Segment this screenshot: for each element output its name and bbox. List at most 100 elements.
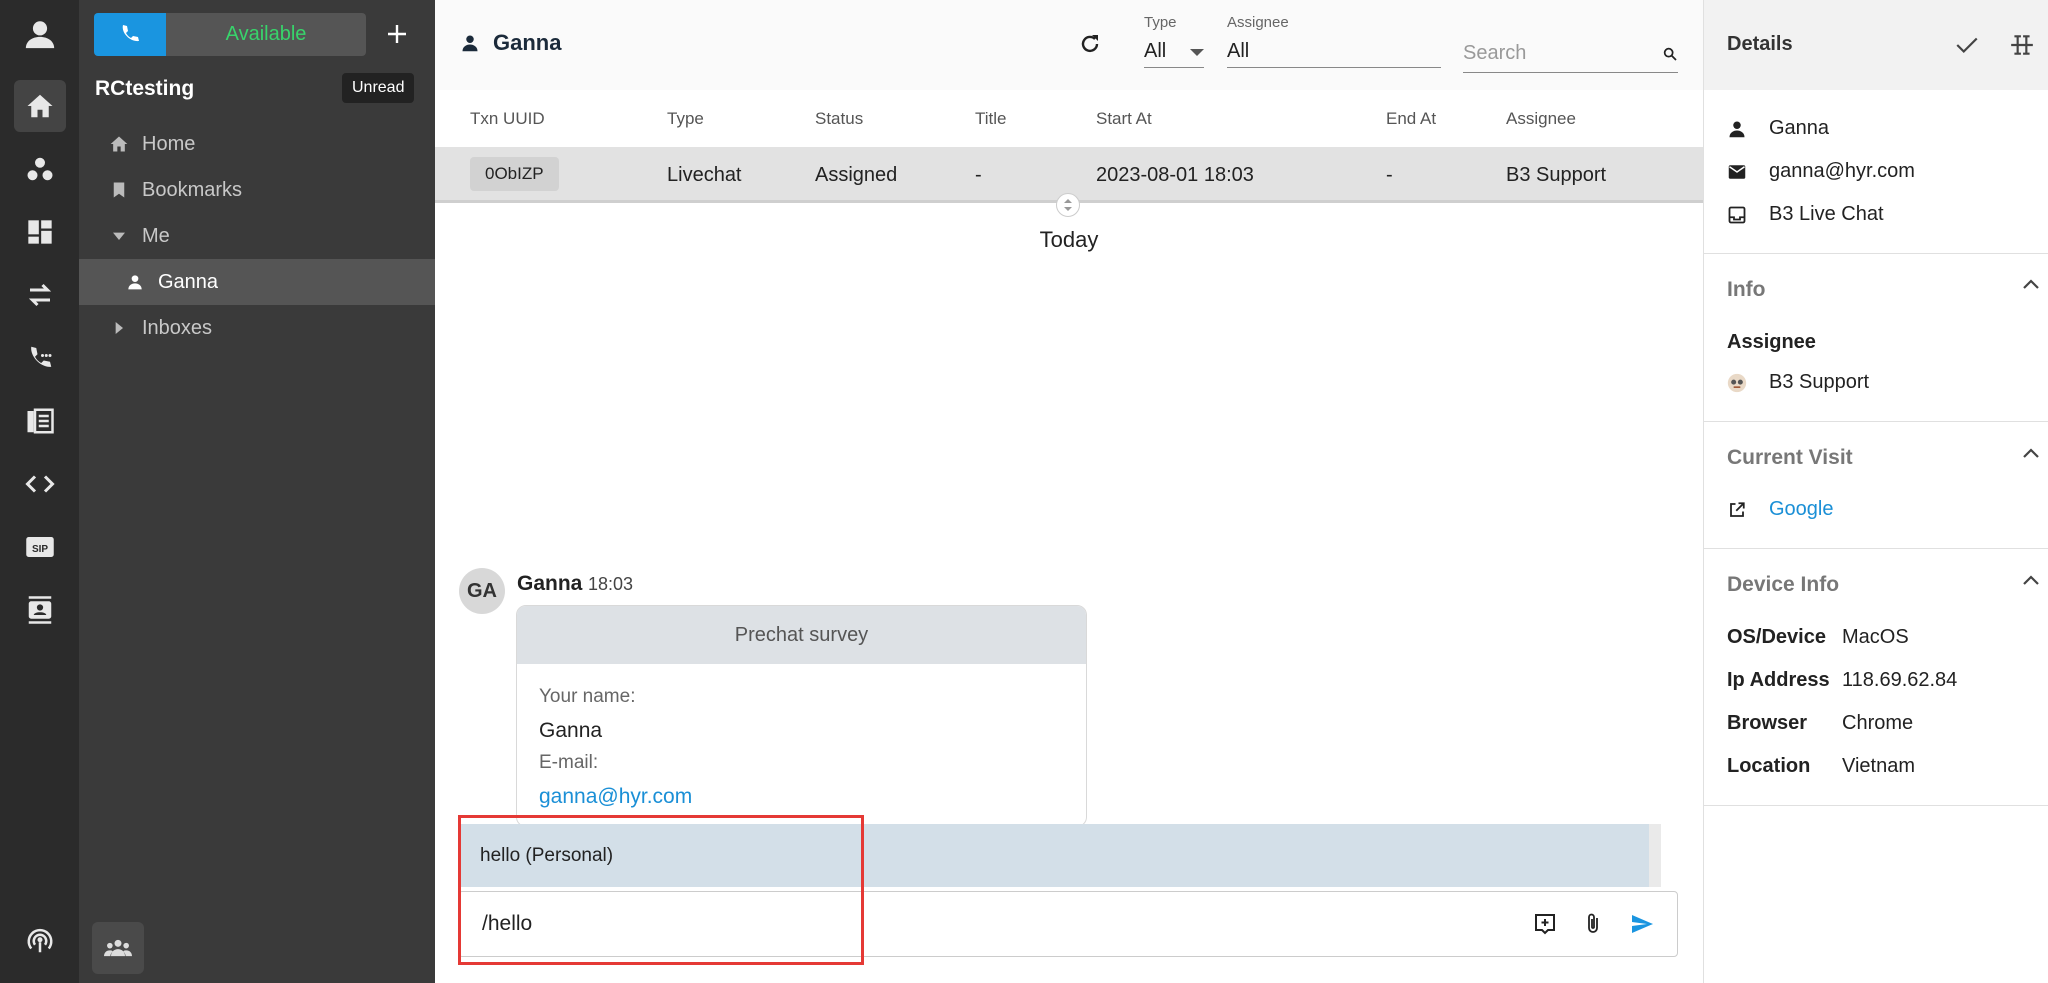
message-sender: Ganna xyxy=(517,572,583,595)
add-icon[interactable] xyxy=(379,16,415,52)
svg-text:SIP: SIP xyxy=(32,544,48,555)
transfer-icon[interactable] xyxy=(14,269,66,321)
navigation-panel: Available RCtesting Unread Home Bookmark… xyxy=(79,0,435,983)
chevron-up-icon[interactable] xyxy=(2022,446,2040,460)
person-icon xyxy=(1727,120,1747,138)
attachment-icon[interactable] xyxy=(1581,912,1605,936)
home-icon[interactable] xyxy=(14,80,66,132)
caret-down-icon xyxy=(108,225,130,247)
detail-inbox-row: B3 Live Chat xyxy=(1727,203,1884,226)
send-icon[interactable] xyxy=(1629,912,1655,936)
collapse-panel-icon[interactable] xyxy=(2009,32,2035,58)
agents-icon[interactable] xyxy=(92,922,144,974)
contacts-icon[interactable] xyxy=(14,584,66,636)
txn-uuid-chip[interactable]: 0ObIZP xyxy=(470,157,559,191)
nav-item-me[interactable]: Me xyxy=(79,214,435,258)
broadcast-icon[interactable] xyxy=(14,915,66,967)
visit-link[interactable]: Google xyxy=(1769,498,1834,521)
info-section-title: Info xyxy=(1727,278,1766,301)
conversation-panel: Ganna Type All Assignee All Search Txn U… xyxy=(435,0,1703,983)
code-icon[interactable] xyxy=(14,458,66,510)
cell-type: Livechat xyxy=(667,164,742,186)
type-filter-select[interactable]: All xyxy=(1144,36,1204,68)
agent-status-control[interactable]: Available xyxy=(94,13,366,56)
name-value: Ganna xyxy=(539,719,603,742)
phone-icon[interactable] xyxy=(94,13,166,56)
composer-actions xyxy=(1533,912,1655,936)
nav-item-bookmarks[interactable]: Bookmarks xyxy=(79,168,435,212)
details-panel: Details Ganna ganna@hyr.com B3 Live Chat… xyxy=(1703,0,2048,983)
date-separator: Today xyxy=(1039,227,1099,252)
person-icon xyxy=(461,34,479,52)
cell-assignee: B3 Support xyxy=(1506,164,1607,186)
resize-handle-icon[interactable] xyxy=(1056,193,1080,217)
detail-name: Ganna xyxy=(1769,117,1830,139)
assignee-filter-label: Assignee xyxy=(1227,14,1289,31)
divider xyxy=(1704,253,2048,254)
device-key: Browser xyxy=(1727,712,1808,734)
column-header: End At xyxy=(1386,109,1437,128)
divider xyxy=(1704,548,2048,549)
conversation-header: Ganna Type All Assignee All Search xyxy=(435,0,1703,90)
device-info-section-title: Device Info xyxy=(1727,573,1840,596)
email-label: E-mail: xyxy=(539,752,599,773)
search-icon[interactable] xyxy=(1662,46,1678,62)
detail-name-row: Ganna xyxy=(1727,117,1829,140)
nav-item-label: Home xyxy=(142,132,196,155)
cell-title: - xyxy=(975,164,982,186)
assignee-avatar-icon xyxy=(1727,372,1747,394)
visit-row[interactable]: Google xyxy=(1727,498,1834,521)
detail-inbox: B3 Live Chat xyxy=(1769,203,1884,225)
details-title: Details xyxy=(1727,33,1793,55)
device-value: Chrome xyxy=(1842,712,1914,734)
message-input[interactable]: /hello xyxy=(458,891,1678,957)
chevron-up-icon[interactable] xyxy=(2022,573,2040,587)
phone-dial-icon[interactable] xyxy=(14,332,66,384)
home-icon xyxy=(108,133,130,155)
message-input-value: /hello xyxy=(482,912,533,935)
assignee-row: B3 Support xyxy=(1727,371,1869,394)
sip-icon[interactable]: SIP xyxy=(14,521,66,573)
nav-item-label: Ganna xyxy=(158,270,219,293)
search-input[interactable]: Search xyxy=(1463,35,1678,73)
caret-right-icon xyxy=(108,317,130,339)
device-value: Vietnam xyxy=(1842,755,1916,777)
dashboard-icon[interactable] xyxy=(14,206,66,258)
cell-status: Assigned xyxy=(815,164,898,186)
nav-item-ganna[interactable]: Ganna xyxy=(79,259,435,305)
availability-status[interactable]: Available xyxy=(166,13,366,56)
detail-email: ganna@hyr.com xyxy=(1769,160,1915,182)
assignee-label: Assignee xyxy=(1727,331,1816,353)
canned-response-suggestion[interactable]: hello (Personal) xyxy=(458,824,1661,887)
message-time: 18:03 xyxy=(588,574,634,594)
device-key: Ip Address xyxy=(1727,669,1830,691)
column-header: Start At xyxy=(1096,109,1152,128)
column-header: Status xyxy=(815,109,864,128)
team-icon[interactable] xyxy=(14,143,66,195)
email-icon xyxy=(1727,164,1747,180)
external-link-icon xyxy=(1727,501,1747,519)
assignee-value: B3 Support xyxy=(1769,371,1870,393)
chevron-up-icon[interactable] xyxy=(2022,277,2040,291)
details-header: Details xyxy=(1704,0,2048,90)
resolve-check-icon[interactable] xyxy=(1954,32,1980,58)
nav-item-label: Bookmarks xyxy=(142,178,243,201)
dropdown-arrow-icon xyxy=(1190,47,1204,57)
organization-name: RCtesting xyxy=(95,77,195,100)
avatar: GA xyxy=(459,568,505,614)
user-avatar-icon[interactable] xyxy=(14,8,66,60)
cell-start-at: 2023-08-01 18:03 xyxy=(1096,164,1254,186)
nav-item-label: Me xyxy=(142,224,170,247)
phonebook-icon[interactable] xyxy=(14,395,66,447)
nav-item-inboxes[interactable]: Inboxes xyxy=(79,306,435,350)
assignee-filter-input[interactable]: All xyxy=(1227,36,1441,68)
unread-tooltip: Unread xyxy=(342,73,415,103)
email-link[interactable]: ganna@hyr.com xyxy=(539,785,692,809)
card-title: Prechat survey xyxy=(517,606,1086,664)
canned-response-icon[interactable] xyxy=(1533,912,1557,936)
column-header: Type xyxy=(667,109,704,128)
refresh-icon[interactable] xyxy=(1078,32,1102,56)
device-value: MacOS xyxy=(1842,626,1909,648)
nav-item-home[interactable]: Home xyxy=(79,122,435,166)
current-visit-section-title: Current Visit xyxy=(1727,446,1853,469)
